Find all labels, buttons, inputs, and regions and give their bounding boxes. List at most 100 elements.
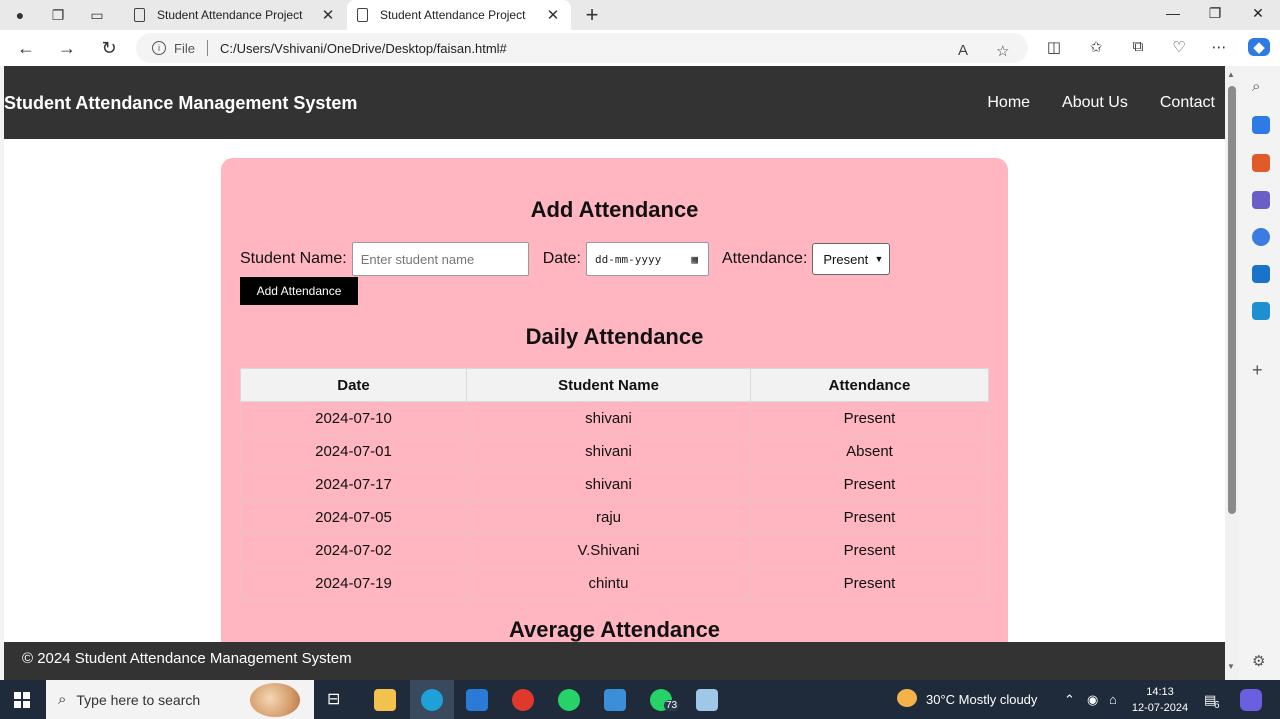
tab-student-attendance-1[interactable]: Student Attendance Project ✕ bbox=[124, 0, 346, 30]
document-icon bbox=[357, 8, 368, 22]
clock-time: 14:13 bbox=[1146, 686, 1174, 698]
document-icon bbox=[134, 8, 145, 22]
cell-date: 2024-07-19 bbox=[240, 566, 467, 600]
tab-student-attendance-2[interactable]: Student Attendance Project ✕ bbox=[347, 0, 571, 30]
date-placeholder: dd-mm-yyyy bbox=[594, 252, 662, 266]
info-icon[interactable]: i bbox=[152, 41, 166, 55]
more-menu-icon[interactable]: ⋯ bbox=[1208, 38, 1230, 56]
add-attendance-button[interactable]: Add Attendance bbox=[240, 277, 358, 305]
scroll-down-icon[interactable]: ▼ bbox=[1227, 662, 1235, 671]
search-icon[interactable]: ⌕ bbox=[1252, 78, 1270, 96]
browser-essentials-icon[interactable]: ♡ bbox=[1168, 38, 1190, 56]
read-aloud-icon[interactable]: A bbox=[958, 42, 968, 59]
minimize-button[interactable]: — bbox=[1158, 5, 1188, 21]
nav-link-about-us[interactable]: About Us bbox=[1062, 94, 1128, 112]
daily-attendance-table: Date Student Name Attendance 2024-07-10 … bbox=[240, 368, 989, 600]
taskbar-search-placeholder: Type here to search bbox=[76, 691, 201, 708]
student-name-input[interactable]: Enter student name bbox=[351, 242, 529, 276]
weather-text[interactable]: 30°C Mostly cloudy bbox=[926, 692, 1037, 707]
search-icon: ⌕ bbox=[58, 691, 67, 708]
browser-toolbar: ← → ↻ i File C:/Users/Vshivani/OneDrive/… bbox=[0, 30, 1280, 66]
tab-title: Student Attendance Project bbox=[380, 8, 526, 22]
nav-link-contact[interactable]: Contact bbox=[1160, 94, 1215, 112]
forward-arrow-icon[interactable]: → bbox=[56, 37, 78, 59]
games-icon[interactable] bbox=[1252, 191, 1270, 209]
table-row: 2024-07-02 V.Shivani Present bbox=[240, 533, 989, 567]
page-scrollbar[interactable]: ▲ ▼ bbox=[1225, 66, 1239, 680]
nav-link-home[interactable]: Home bbox=[987, 94, 1030, 112]
table-header-row: Date Student Name Attendance bbox=[240, 368, 989, 402]
copilot-icon[interactable]: ◆ bbox=[1248, 38, 1270, 56]
clock-date: 12-07-2024 bbox=[1131, 702, 1189, 714]
favorites-icon[interactable]: ✩ bbox=[1085, 38, 1107, 56]
close-icon[interactable]: ✕ bbox=[320, 6, 336, 24]
drop-icon[interactable] bbox=[1252, 302, 1270, 320]
copilot-taskbar-icon[interactable] bbox=[1240, 689, 1262, 711]
cell-student-name: raju bbox=[466, 500, 751, 534]
new-tab-button[interactable]: + bbox=[580, 2, 604, 28]
tray-app-icon[interactable]: ◉ bbox=[1087, 692, 1098, 708]
date-input[interactable]: dd-mm-yyyy ▦ bbox=[585, 242, 709, 276]
add-attendance-heading: Add Attendance bbox=[530, 197, 699, 222]
chevron-up-icon[interactable]: ⌃ bbox=[1064, 692, 1075, 708]
chevron-down-icon: ▼ bbox=[874, 254, 884, 264]
notification-count: 6 bbox=[1214, 700, 1220, 711]
close-window-button[interactable]: ✕ bbox=[1243, 5, 1273, 22]
add-icon[interactable]: + bbox=[1252, 360, 1270, 380]
close-icon[interactable]: ✕ bbox=[545, 6, 561, 24]
file-explorer-icon[interactable] bbox=[374, 689, 396, 711]
table-row: 2024-07-05 raju Present bbox=[240, 500, 989, 534]
average-attendance-heading: Average Attendance bbox=[508, 617, 721, 642]
back-arrow-icon[interactable]: ← bbox=[15, 37, 37, 59]
wps-office-icon[interactable] bbox=[512, 689, 534, 711]
shopping-icon[interactable] bbox=[1252, 116, 1270, 134]
attendance-select[interactable]: Present ▼ bbox=[812, 243, 891, 275]
tools-icon[interactable] bbox=[1252, 154, 1270, 172]
attendance-card: Add Attendance Student Name: Enter stude… bbox=[221, 158, 1008, 680]
column-header-attendance: Attendance bbox=[750, 368, 989, 402]
date-label: Date: bbox=[542, 250, 581, 267]
table-row: 2024-07-01 shivani Absent bbox=[240, 434, 989, 468]
outlook-icon[interactable] bbox=[1252, 265, 1270, 283]
favorite-star-icon[interactable]: ☆ bbox=[996, 42, 1009, 60]
site-header: Student Attendance Management System Hom… bbox=[4, 66, 1225, 139]
cell-date: 2024-07-17 bbox=[240, 467, 467, 501]
attendance-label: Attendance: bbox=[721, 250, 808, 267]
network-icon[interactable]: ⌂ bbox=[1109, 692, 1117, 707]
whatsapp-icon[interactable] bbox=[558, 689, 580, 711]
cell-date: 2024-07-05 bbox=[240, 500, 467, 534]
windows-start-icon[interactable] bbox=[14, 692, 30, 708]
cell-student-name: shivani bbox=[466, 467, 751, 501]
profile-icon[interactable]: ● bbox=[10, 5, 30, 25]
notepad-icon[interactable] bbox=[696, 689, 718, 711]
mail-icon[interactable] bbox=[604, 689, 626, 711]
microsoft-365-icon[interactable] bbox=[1252, 228, 1270, 246]
edge-sidebar: ⌕ + ⚙ bbox=[1241, 66, 1280, 680]
divider bbox=[206, 40, 208, 56]
refresh-icon[interactable]: ↻ bbox=[98, 37, 120, 59]
calendar-icon[interactable]: ▦ bbox=[691, 253, 698, 266]
scrollbar-thumb[interactable] bbox=[1228, 86, 1236, 514]
attendance-form: Student Name: Enter student name Date: d… bbox=[240, 242, 891, 276]
microsoft-store-icon[interactable] bbox=[466, 689, 488, 711]
tab-actions-icon[interactable]: ▭ bbox=[87, 5, 107, 25]
edge-browser-icon[interactable] bbox=[421, 689, 443, 711]
scroll-up-icon[interactable]: ▲ bbox=[1227, 70, 1235, 79]
windows-taskbar: ⌕ Type here to search ⊟ 73 30°C Mostly c… bbox=[0, 680, 1280, 719]
cell-attendance: Present bbox=[750, 467, 989, 501]
page-viewport: Student Attendance Management System Hom… bbox=[4, 66, 1225, 680]
weather-cloud-icon[interactable] bbox=[897, 689, 917, 707]
restore-button[interactable]: ❐ bbox=[1200, 5, 1230, 22]
task-view-icon[interactable]: ⊟ bbox=[327, 689, 349, 711]
cell-attendance: Present bbox=[750, 566, 989, 600]
split-screen-icon[interactable]: ◫ bbox=[1043, 38, 1065, 56]
workspaces-icon[interactable]: ❐ bbox=[48, 5, 68, 25]
url-text[interactable]: C:/Users/Vshivani/OneDrive/Desktop/faisa… bbox=[220, 41, 507, 56]
system-clock[interactable]: 14:13 12-07-2024 bbox=[1128, 684, 1192, 716]
settings-gear-icon[interactable]: ⚙ bbox=[1252, 652, 1270, 670]
daily-attendance-heading: Daily Attendance bbox=[525, 324, 704, 349]
collections-icon[interactable]: ⧉ bbox=[1127, 38, 1149, 55]
tab-title: Student Attendance Project bbox=[157, 8, 303, 22]
cell-date: 2024-07-01 bbox=[240, 434, 467, 468]
address-bar[interactable]: i File C:/Users/Vshivani/OneDrive/Deskto… bbox=[136, 33, 1028, 63]
